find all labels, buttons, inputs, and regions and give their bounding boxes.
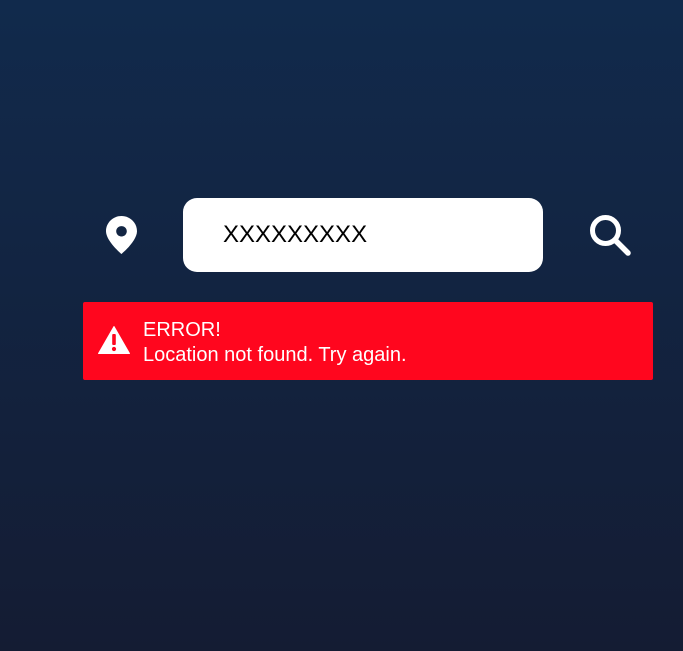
warning-icon (98, 326, 130, 354)
error-banner: ERROR! Location not found. Try again. (83, 302, 653, 380)
search-box[interactable] (183, 198, 543, 272)
map-pin-icon[interactable] (106, 216, 137, 254)
error-text: ERROR! Location not found. Try again. (143, 318, 407, 368)
search-icon[interactable] (588, 213, 632, 257)
error-title: ERROR! (143, 319, 221, 341)
error-message: Location not found. Try again. (143, 344, 407, 366)
search-input[interactable] (223, 221, 523, 249)
